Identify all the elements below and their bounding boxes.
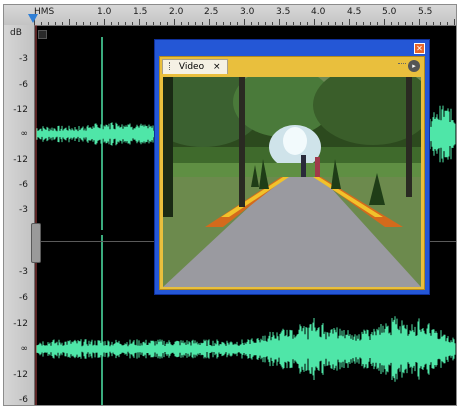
db-ruler: dB -3 -6 -12 ∞ -12 -6 -3 -3 -6 -12 ∞ -12… [4, 25, 35, 405]
db-label: -3 [19, 54, 28, 64]
time-tick-label: 1.5 [133, 7, 148, 17]
db-label: -6 [19, 80, 28, 90]
time-tick-label: 2.5 [204, 7, 219, 17]
panel-grip-icon [398, 63, 406, 67]
park-scene-image [163, 77, 421, 287]
time-tick-label: 3.0 [240, 7, 255, 17]
time-tick-label: 3.5 [276, 7, 291, 17]
tab-video[interactable]: Video × [162, 59, 228, 74]
audio-editor-view: HMS 1.0 1.5 2.0 2.5 3.0 3.5 4.0 4.5 5.0 … [0, 0, 461, 411]
db-label: -12 [13, 319, 28, 329]
db-label: -3 [19, 205, 28, 215]
waveform-track-bottom [35, 316, 456, 382]
time-tick-label: 1.0 [97, 7, 112, 17]
track-corner-icon [38, 30, 47, 39]
split-handle-icon[interactable] [31, 223, 41, 263]
db-label: -12 [13, 155, 28, 165]
time-tick-label: 4.5 [347, 7, 362, 17]
playhead-marker-icon[interactable] [28, 14, 38, 23]
video-frame [163, 77, 421, 287]
db-label: -12 [13, 370, 28, 380]
tab-close-icon[interactable]: × [213, 62, 221, 72]
close-icon[interactable]: ✕ [414, 43, 425, 54]
db-unit-label: dB [10, 28, 22, 38]
waveform-frame: HMS 1.0 1.5 2.0 2.5 3.0 3.5 4.0 4.5 5.0 … [3, 4, 457, 406]
db-label: -6 [19, 395, 28, 405]
time-tick-label: 5.5 [418, 7, 433, 17]
db-label: -6 [19, 180, 28, 190]
video-window[interactable]: ✕ Video × ▸ [154, 39, 430, 295]
db-label: ∞ [20, 344, 29, 354]
tab-label: Video [178, 62, 205, 72]
time-ruler[interactable]: HMS 1.0 1.5 2.0 2.5 3.0 3.5 4.0 4.5 5.0 … [4, 5, 456, 26]
db-label: -6 [19, 293, 28, 303]
db-label: -3 [19, 267, 28, 277]
db-label: ∞ [20, 129, 29, 139]
time-tick-label: 5.0 [382, 7, 397, 17]
waveform-path [35, 316, 456, 382]
time-tick-label: 4.0 [311, 7, 326, 17]
video-panel: Video × ▸ [159, 56, 425, 290]
drag-grip-icon[interactable] [169, 62, 173, 70]
panel-menu-icon[interactable]: ▸ [408, 60, 420, 72]
db-label: -12 [13, 105, 28, 115]
time-tick-label: 2.0 [169, 7, 184, 17]
